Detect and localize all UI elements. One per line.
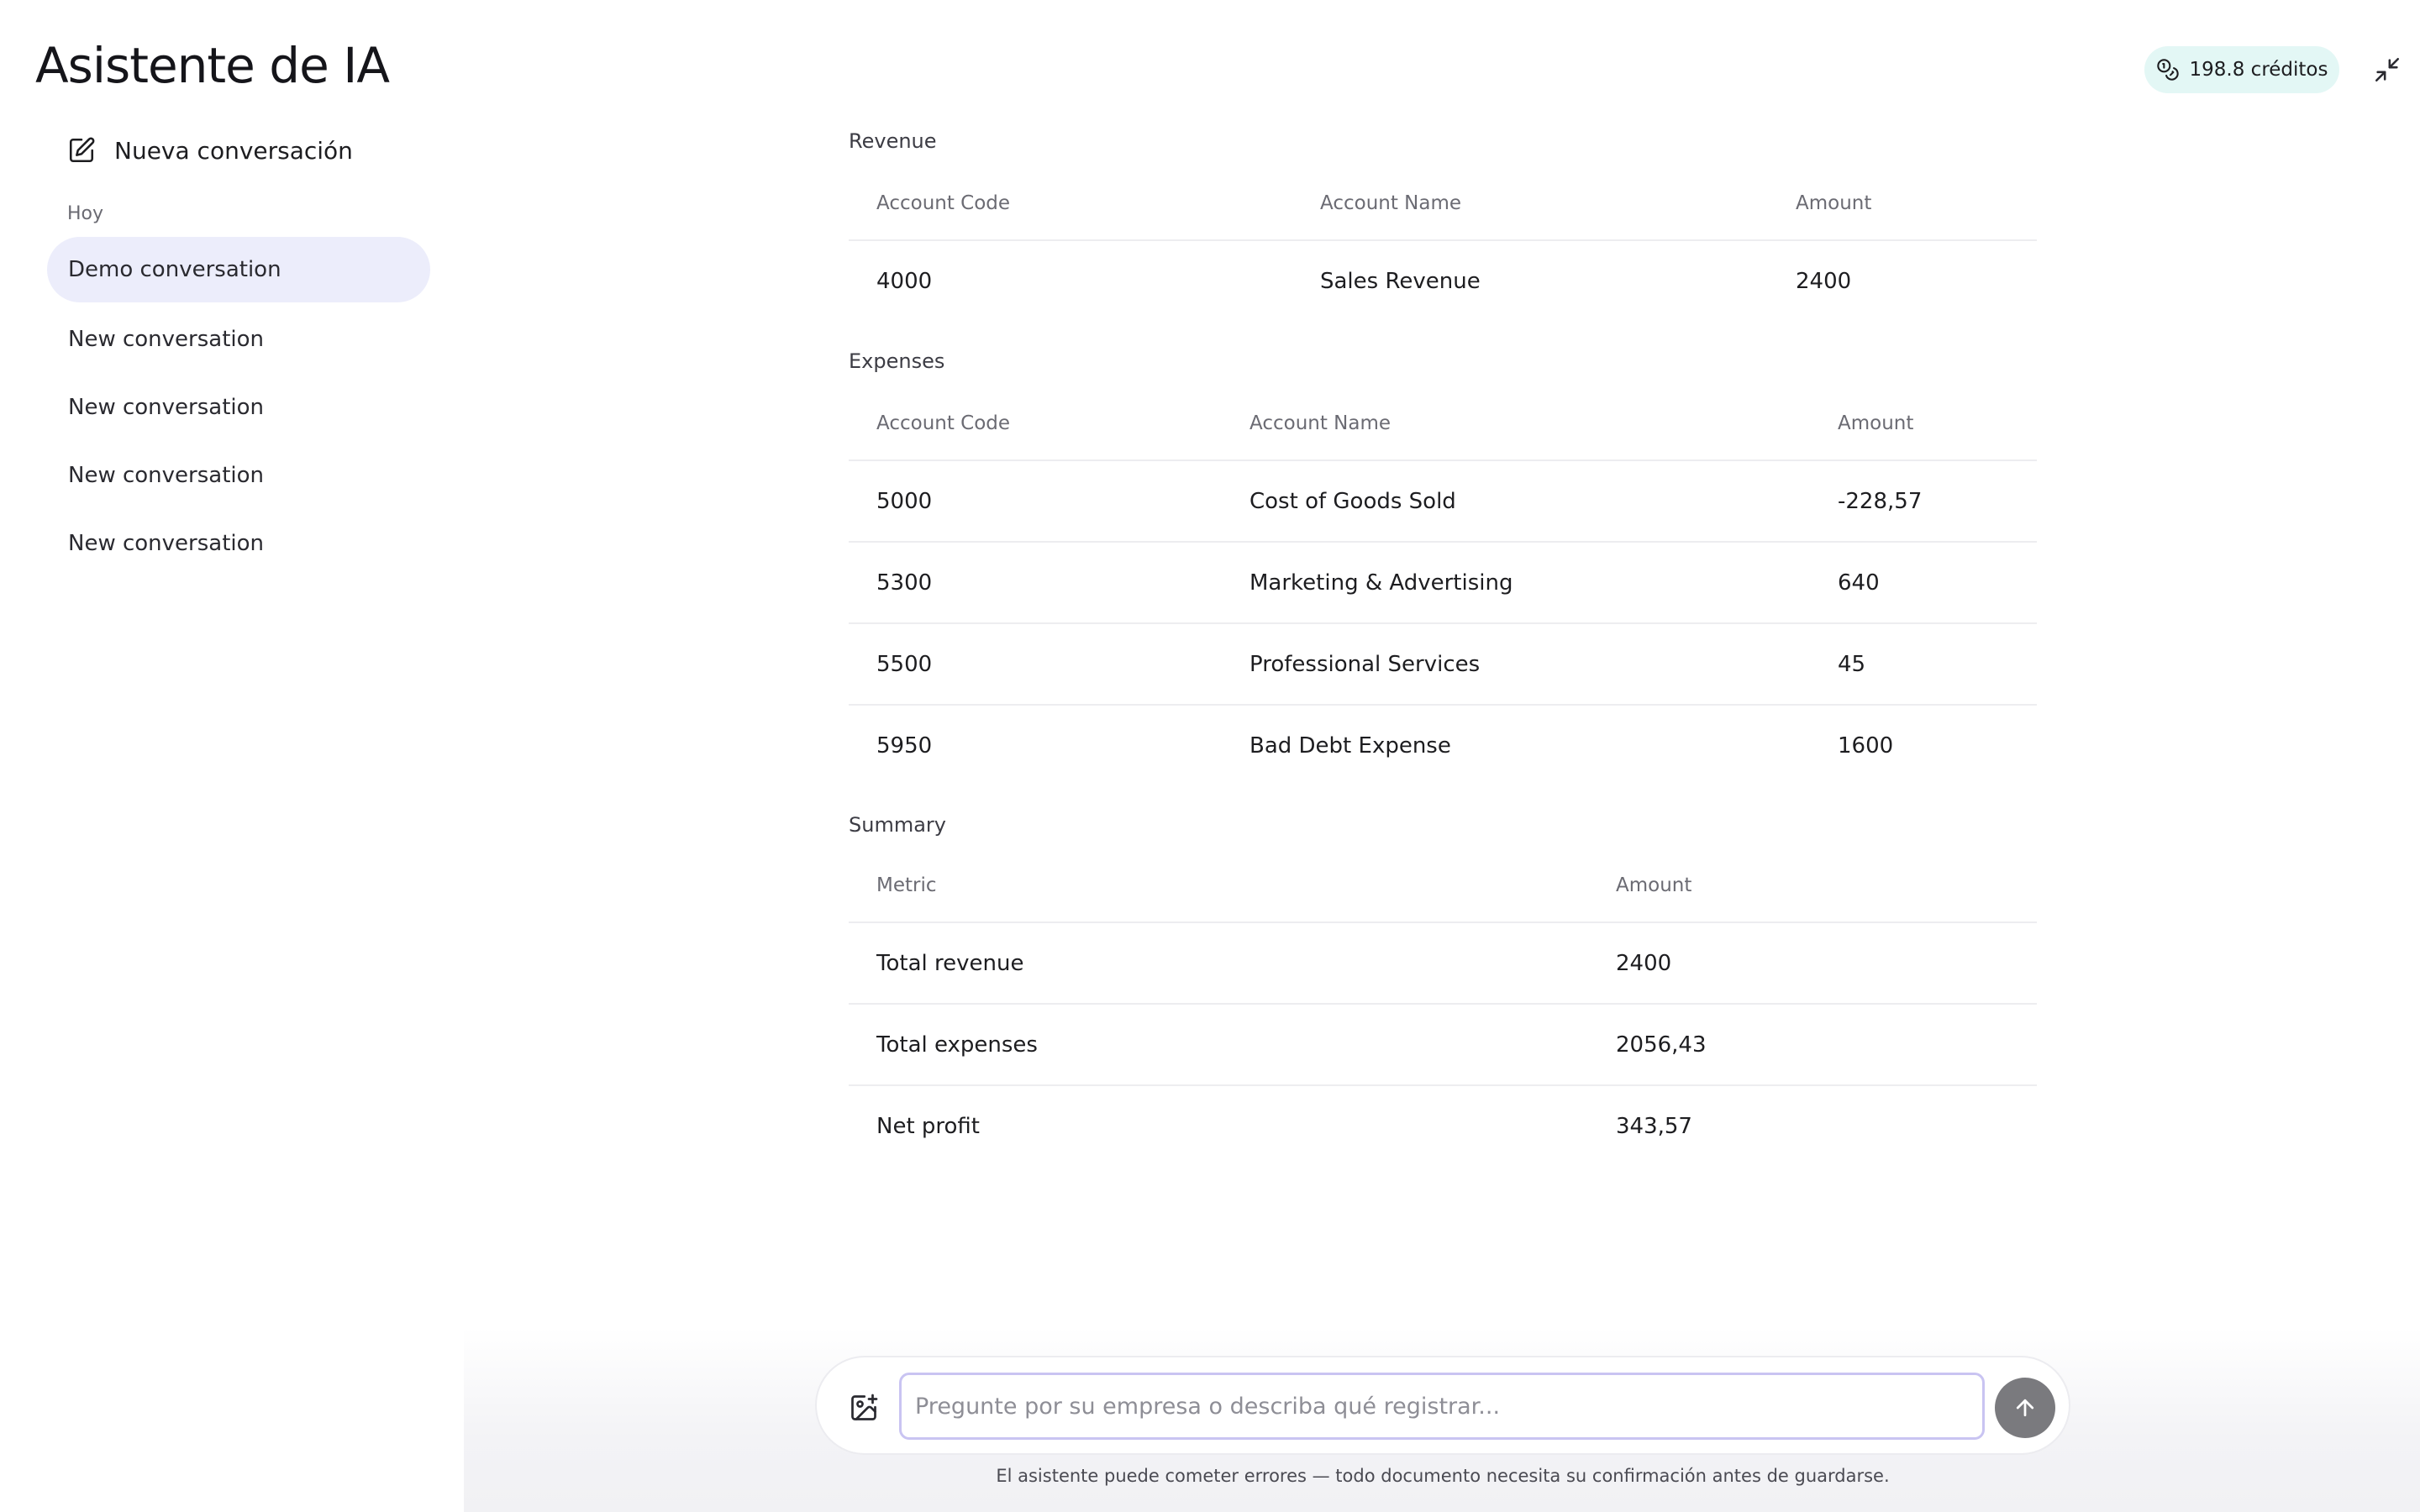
amount-cell: 640 xyxy=(1810,542,2037,624)
edit-icon xyxy=(69,137,95,163)
account-code-cell: 5500 xyxy=(849,623,1222,706)
account-name-cell: Professional Services xyxy=(1222,623,1810,706)
expenses-caption: Expenses xyxy=(849,349,945,373)
revenue-caption: Revenue xyxy=(849,129,937,153)
new-conversation-label: Nueva conversación xyxy=(114,136,353,165)
column-header: Amount xyxy=(1588,848,2037,923)
amount-cell: 343,57 xyxy=(1616,1114,1692,1139)
account-name-cell: Sales Revenue xyxy=(1320,269,1481,294)
column-header: Amount xyxy=(1810,386,2037,461)
column-header: Account Name xyxy=(1292,166,1768,241)
column-header: Amount xyxy=(1768,166,2037,241)
column-header: Account Code xyxy=(849,386,1222,461)
minimize-icon xyxy=(2375,57,2400,82)
sidebar-section-today: Hoy xyxy=(67,203,104,224)
table-row: 5500 Professional Services 45 xyxy=(849,623,2037,706)
column-header: Metric xyxy=(849,848,1588,923)
amount-cell: 1600 xyxy=(1838,733,1894,759)
summary-caption: Summary xyxy=(849,813,946,837)
credits-text: 198.8 créditos xyxy=(2189,59,2328,81)
account-code-cell: 5950 xyxy=(876,733,933,759)
amount-cell: 2056,43 xyxy=(1588,1004,2037,1086)
conversation-item[interactable]: New conversation xyxy=(47,509,430,577)
table-row: Total expenses 2056,43 xyxy=(849,1004,2037,1086)
amount-cell: 2400 xyxy=(1588,922,2037,1005)
conversation-item[interactable]: New conversation xyxy=(47,305,430,373)
expenses-table: Account Code Account Name Amount 5000 Co… xyxy=(849,386,2037,786)
minimize-button[interactable] xyxy=(2371,54,2403,86)
conversation-item-demo[interactable]: Demo conversation xyxy=(47,237,430,302)
account-name-cell: Bad Debt Expense xyxy=(1249,733,1451,759)
table-row: 4000 Sales Revenue 2400 xyxy=(849,240,2037,322)
amount-cell: 2400 xyxy=(1796,269,1852,294)
column-header: Account Code xyxy=(849,166,1292,241)
table-row: Total revenue 2400 xyxy=(849,922,2037,1005)
metric-cell: Total revenue xyxy=(849,922,1588,1005)
table-row: 5950 Bad Debt Expense 1600 xyxy=(849,705,2037,786)
add-image-icon[interactable] xyxy=(849,1393,879,1423)
revenue-table: Account Code Account Name Amount 4000 Sa… xyxy=(849,166,2037,322)
account-code-cell: 5300 xyxy=(849,542,1222,624)
summary-table: Metric Amount Total revenue 2400 Total e… xyxy=(849,848,2037,1167)
send-button[interactable] xyxy=(1995,1378,2055,1438)
conversation-item[interactable]: New conversation xyxy=(47,373,430,441)
arrow-up-icon xyxy=(2016,1399,2034,1417)
amount-cell: -228,57 xyxy=(1810,460,2037,543)
account-code-cell: 5000 xyxy=(849,460,1222,543)
prompt-input[interactable] xyxy=(899,1373,1985,1440)
credits-badge[interactable]: 198.8 créditos xyxy=(2144,46,2339,93)
metric-cell: Net profit xyxy=(876,1114,981,1139)
table-row: 5300 Marketing & Advertising 640 xyxy=(849,542,2037,624)
metric-cell: Total expenses xyxy=(849,1004,1588,1086)
disclaimer-text: El asistente puede cometer errores — tod… xyxy=(996,1466,1890,1486)
account-name-cell: Marketing & Advertising xyxy=(1222,542,1810,624)
conversation-item[interactable]: New conversation xyxy=(47,441,430,509)
message-composer xyxy=(815,1356,2070,1455)
column-header: Account Name xyxy=(1222,386,1810,461)
account-name-cell: Cost of Goods Sold xyxy=(1222,460,1810,543)
table-row: Net profit 343,57 xyxy=(849,1085,2037,1167)
app-title: Asistente de IA xyxy=(35,37,390,94)
coins-icon xyxy=(2156,59,2179,81)
new-conversation-button[interactable]: Nueva conversación xyxy=(67,136,353,165)
table-row: 5000 Cost of Goods Sold -228,57 xyxy=(849,460,2037,543)
conversation-list: Demo conversation New conversation New c… xyxy=(47,237,430,577)
amount-cell: 45 xyxy=(1810,623,2037,706)
account-code-cell: 4000 xyxy=(876,269,933,294)
